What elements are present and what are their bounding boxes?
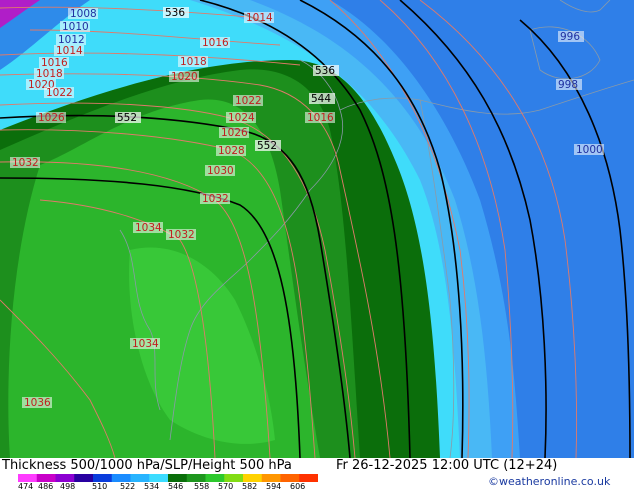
height-label: 552: [255, 140, 281, 152]
map-footer: Thickness 500/1000 hPa/SLP/Height 500 hP…: [0, 458, 634, 491]
svg-text:1034: 1034: [132, 338, 159, 350]
isobar-label: 1032: [200, 193, 230, 205]
svg-text:996: 996: [560, 31, 580, 43]
isobar-label: 1014: [54, 45, 84, 57]
svg-text:1032: 1032: [12, 157, 39, 169]
isobar-label: 1022: [233, 95, 263, 107]
colorbar-swatch: [130, 474, 150, 482]
isobar-label: 1010: [60, 21, 90, 33]
colorbar-swatch: [186, 474, 206, 482]
svg-text:1028: 1028: [218, 145, 245, 157]
colorbar-swatch: [299, 474, 318, 482]
isobar-label: 1028: [216, 145, 246, 157]
svg-text:1026: 1026: [221, 127, 248, 139]
isobar-label: 1036: [22, 397, 52, 409]
colorbar-swatch: [93, 474, 113, 482]
svg-text:1022: 1022: [235, 95, 262, 107]
isobar-label: 1008: [68, 8, 98, 20]
svg-text:1018: 1018: [180, 56, 207, 68]
colorbar-swatch: [111, 474, 131, 482]
svg-text:998: 998: [558, 79, 578, 91]
map-title: Thickness 500/1000 hPa/SLP/Height 500 hP…: [2, 458, 292, 473]
svg-text:1032: 1032: [168, 229, 195, 241]
svg-text:536: 536: [315, 65, 335, 77]
svg-text:1016: 1016: [307, 112, 334, 124]
isobar-label: 1016: [200, 37, 230, 49]
colorbar-swatch: [55, 474, 75, 482]
height-label: 536: [313, 65, 339, 77]
isobar-label: 1032: [10, 157, 40, 169]
isobar-label: 1016: [305, 112, 335, 124]
isobar-label: 1034: [133, 222, 163, 234]
height-label: 544: [309, 93, 335, 105]
svg-text:1032: 1032: [202, 193, 229, 205]
svg-text:1016: 1016: [202, 37, 229, 49]
colorbar-swatch: [18, 474, 38, 482]
height-label: 552: [115, 112, 141, 124]
isobar-label: 1032: [166, 229, 196, 241]
isobar-label: 1022: [44, 87, 74, 99]
isobar-label: 1014: [244, 12, 274, 24]
isobar-label: 1034: [130, 338, 160, 350]
svg-text:1000: 1000: [576, 144, 603, 156]
colorbar-swatch: [224, 474, 244, 482]
thickness-colorbar: [18, 474, 318, 482]
svg-text:552: 552: [117, 112, 137, 124]
isobar-label: 1024: [226, 112, 256, 124]
svg-text:1024: 1024: [228, 112, 255, 124]
colorbar-swatch: [74, 474, 94, 482]
svg-text:536: 536: [165, 7, 185, 19]
svg-text:1010: 1010: [62, 21, 89, 33]
isobar-label: 1020: [169, 71, 199, 83]
isobar-label: 1000: [574, 144, 604, 156]
colorbar-swatch: [36, 474, 56, 482]
svg-text:1008: 1008: [70, 8, 97, 20]
svg-text:1020: 1020: [171, 71, 198, 83]
isobar-label: 1018: [178, 56, 208, 68]
svg-text:1030: 1030: [207, 165, 234, 177]
colorbar-swatch: [243, 474, 263, 482]
isobar-label: 996: [558, 31, 584, 43]
colorbar-swatch: [205, 474, 225, 482]
height-label: 536: [163, 7, 189, 19]
colorbar-swatch: [261, 474, 281, 482]
colorbar-swatch: [149, 474, 169, 482]
weather-map: 1008 1010 1012 1014 1014 1016 1016 1016 …: [0, 0, 634, 458]
svg-text:1036: 1036: [24, 397, 51, 409]
svg-text:1014: 1014: [56, 45, 83, 57]
isobar-label: 998: [556, 79, 582, 91]
isobar-label: 1026: [219, 127, 249, 139]
valid-time: Fr 26-12-2025 12:00 UTC (12+24): [336, 458, 558, 473]
svg-text:552: 552: [257, 140, 277, 152]
isobar-label: 1030: [205, 165, 235, 177]
svg-text:1014: 1014: [246, 12, 273, 24]
svg-text:1022: 1022: [46, 87, 73, 99]
colorbar-swatch: [168, 474, 188, 482]
colorbar-swatch: [280, 474, 300, 482]
isobar-label: 1026: [36, 112, 66, 124]
svg-text:1034: 1034: [135, 222, 162, 234]
svg-text:1026: 1026: [38, 112, 65, 124]
svg-text:544: 544: [311, 93, 331, 105]
credit-link[interactable]: ©weatheronline.co.uk: [488, 475, 610, 488]
